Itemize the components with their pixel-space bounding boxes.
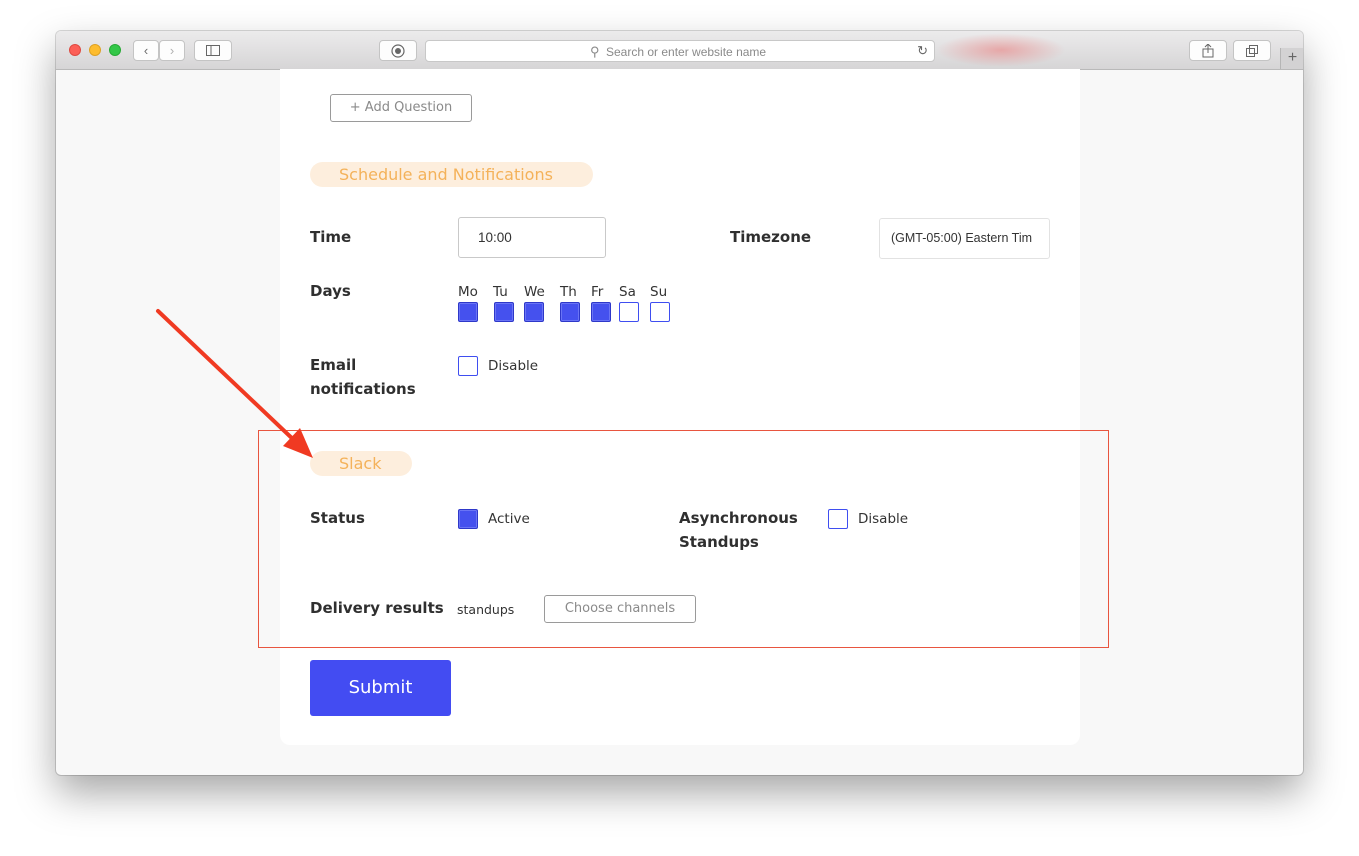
timezone-label: Timezone	[730, 228, 812, 246]
day-label-we: We	[524, 284, 545, 300]
redacted-area	[936, 33, 1066, 67]
new-tab-button[interactable]: +	[1280, 48, 1303, 69]
day-checkbox-th[interactable]	[560, 302, 580, 322]
days-label: Days	[310, 282, 351, 300]
channel-tag: standups	[457, 602, 515, 617]
submit-button[interactable]: Submit	[310, 660, 451, 716]
async-disable-checkbox[interactable]	[828, 509, 848, 529]
day-checkbox-su[interactable]	[650, 302, 670, 322]
time-input[interactable]: 10:00	[458, 217, 606, 258]
day-checkbox-sa[interactable]	[619, 302, 639, 322]
sidebar-icon	[206, 45, 220, 56]
choose-channels-button[interactable]: Choose channels	[544, 595, 696, 623]
address-bar[interactable]: ⚲ Search or enter website name ↻	[425, 40, 935, 62]
section-title-schedule: Schedule and Notifications	[310, 162, 593, 187]
section-title-slack: Slack	[310, 451, 412, 476]
chevron-right-icon: ›	[169, 43, 175, 58]
day-label-th: Th	[560, 284, 577, 300]
search-icon: ⚲	[590, 44, 600, 59]
async-standups-label: Asynchronous Standups	[679, 506, 798, 554]
browser-toolbar: ‹ › ⚲ Search or enter website name ↻ +	[56, 31, 1303, 70]
browser-window: ‹ › ⚲ Search or enter website name ↻ +	[56, 31, 1303, 775]
reload-icon[interactable]: ↻	[917, 43, 928, 59]
status-active-label: Active	[488, 511, 530, 527]
email-notifications-label: Email notifications	[310, 353, 416, 401]
day-checkbox-fr[interactable]	[591, 302, 611, 322]
day-label-tu: Tu	[493, 284, 508, 300]
share-icon	[1202, 43, 1214, 58]
minimize-window-button[interactable]	[89, 44, 101, 56]
timezone-select[interactable]: (GMT-05:00) Eastern Tim	[879, 218, 1050, 259]
day-checkbox-mo[interactable]	[458, 302, 478, 322]
email-label-line1: Email	[310, 356, 357, 374]
email-label-line2: notifications	[310, 380, 416, 398]
add-question-button[interactable]: + Add Question	[330, 94, 472, 122]
reader-icon	[391, 44, 405, 58]
email-disable-checkbox[interactable]	[458, 356, 478, 376]
status-label: Status	[310, 509, 365, 527]
plus-icon: +	[1287, 49, 1298, 66]
day-checkbox-tu[interactable]	[494, 302, 514, 322]
sidebar-button[interactable]	[194, 40, 232, 61]
time-label: Time	[310, 228, 352, 246]
delivery-results-label: Delivery results	[310, 599, 444, 617]
async-disable-label: Disable	[858, 511, 909, 527]
close-window-button[interactable]	[69, 44, 81, 56]
tabs-icon	[1245, 45, 1258, 57]
status-active-checkbox[interactable]	[458, 509, 478, 529]
reader-button[interactable]	[379, 40, 417, 61]
back-button[interactable]: ‹	[133, 40, 159, 61]
async-label-line1: Asynchronous	[679, 509, 798, 527]
tab-overview-button[interactable]	[1233, 40, 1271, 61]
address-placeholder: Search or enter website name	[606, 45, 767, 59]
chevron-left-icon: ‹	[143, 43, 149, 58]
day-label-fr: Fr	[591, 284, 604, 300]
forward-button[interactable]: ›	[159, 40, 185, 61]
day-label-su: Su	[650, 284, 668, 300]
day-checkbox-we[interactable]	[524, 302, 544, 322]
email-disable-label: Disable	[488, 358, 539, 374]
share-button[interactable]	[1189, 40, 1227, 61]
async-label-line2: Standups	[679, 533, 759, 551]
zoom-window-button[interactable]	[109, 44, 121, 56]
day-label-sa: Sa	[619, 284, 636, 300]
day-label-mo: Mo	[458, 284, 478, 300]
